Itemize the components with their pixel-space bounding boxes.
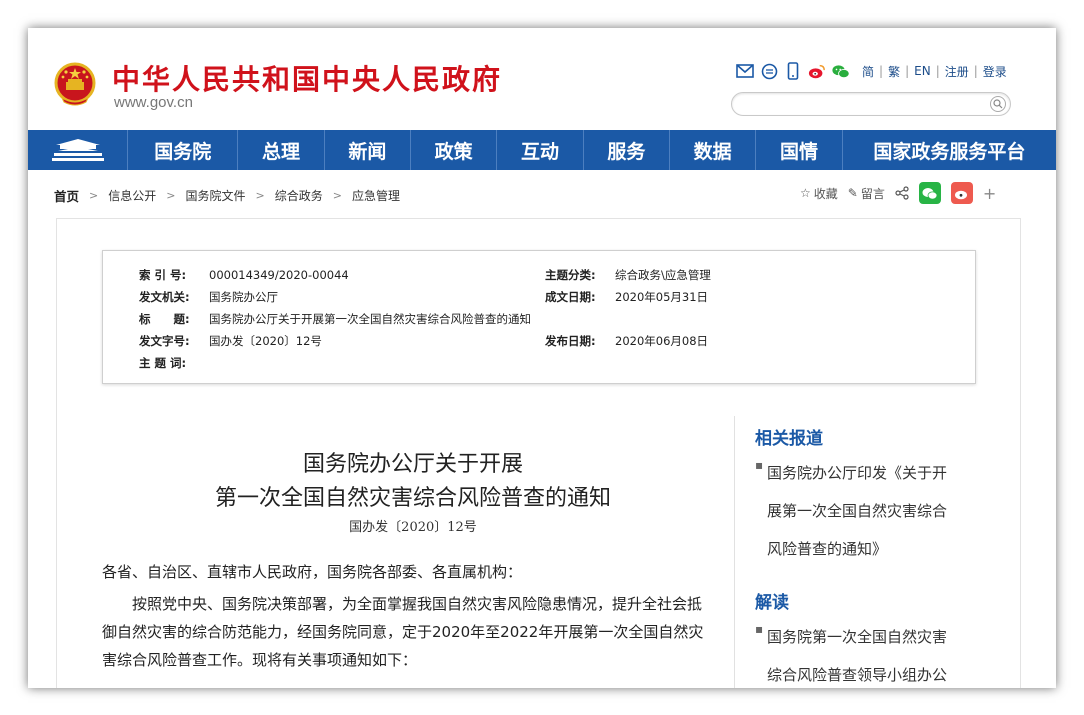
browser-page: 中华人民共和国中央人民政府 www.gov.cn 简 | 繁 | EN | 注册… xyxy=(28,28,1056,688)
site-url[interactable]: www.gov.cn xyxy=(114,94,193,111)
meta-doc-no: 发文字号: 国办发〔2020〕12号 xyxy=(139,334,322,348)
star-icon: ☆ xyxy=(800,186,811,200)
breadcrumb-general-affairs[interactable]: 综合政务 xyxy=(275,187,323,204)
article-title-line1: 国务院办公厅关于开展 xyxy=(302,452,523,477)
nav-home-tiananmen-icon[interactable] xyxy=(28,130,129,170)
interpretation-link[interactable]: ▪ 国务院第一次全国自然灾害综合风险普查领导小组办公室负 xyxy=(755,618,960,688)
more-share-icon[interactable]: + xyxy=(983,184,996,203)
mail-icon[interactable] xyxy=(736,62,754,80)
chevron-right-icon: > xyxy=(166,189,176,202)
share-icon[interactable] xyxy=(895,186,909,200)
meta-category: 主题分类: 综合政务\应急管理 xyxy=(545,268,711,282)
favorite-label: 收藏 xyxy=(813,186,838,201)
pencil-icon: ✎ xyxy=(847,186,858,200)
document-metadata-box: 索 引 号: 000014349/2020-00044 发文机关: 国务院办公厅 标… xyxy=(102,250,976,384)
article-title-line2: 第一次全国自然灾害综合风险普查的通知 xyxy=(214,486,611,511)
meta-index-no: 索 引 号: 000014349/2020-00044 xyxy=(139,268,349,282)
article-paragraph-salutation: 各省、自治区、直辖市人民政府，国务院各部委、各直属机构： xyxy=(102,563,523,581)
weibo-icon[interactable] xyxy=(808,62,826,80)
breadcrumb-emergency-management[interactable]: 应急管理 xyxy=(352,187,400,204)
search-icon[interactable] xyxy=(990,96,1006,112)
meta-created-date: 成文日期: 2020年05月31日 xyxy=(545,290,709,304)
article-paragraph-intro: 按照党中央、国务院决策部署，为全面掌握我国自然灾害风险隐患情况，提升全社会抵御自… xyxy=(102,595,704,669)
wechat-icon[interactable] xyxy=(832,62,850,80)
chevron-right-icon: > xyxy=(332,189,342,202)
search-input[interactable] xyxy=(731,92,1011,116)
wechat-share-icon[interactable] xyxy=(918,182,941,204)
nav-data[interactable]: 数据 xyxy=(670,130,757,170)
weibo-share-icon[interactable] xyxy=(950,182,973,204)
nav-state-council[interactable]: 国务院 xyxy=(128,130,239,170)
breadcrumb: 首页 > 信息公开 > 国务院文件 > 综合政务 > 应急管理 xyxy=(54,186,400,205)
login-link[interactable]: 登录 xyxy=(983,63,1007,80)
related-reports-heading[interactable]: 相关报道 xyxy=(755,424,823,449)
english-link[interactable]: EN xyxy=(914,64,931,78)
simplified-chinese-link[interactable]: 简 xyxy=(862,63,874,80)
sidebar: 相关报道 ▪ 国务院办公厅印发《关于开展第一次全国自然灾害综合风险普查的通知》 … xyxy=(734,416,965,688)
language-links: 简 | 繁 | EN | 注册 | 登录 xyxy=(862,63,1007,80)
breadcrumb-home[interactable]: 首页 xyxy=(54,186,79,205)
article-doc-number: 国办发〔2020〕12号 xyxy=(349,520,477,535)
nav-premier[interactable]: 总理 xyxy=(238,130,325,170)
meta-issuer: 发文机关: 国务院办公厅 xyxy=(139,290,278,304)
top-toolbar: 简 | 繁 | EN | 注册 | 登录 xyxy=(736,62,1007,80)
site-title[interactable]: 中华人民共和国中央人民政府 xyxy=(112,58,502,98)
nav-news[interactable]: 新闻 xyxy=(325,130,412,170)
traditional-chinese-link[interactable]: 繁 xyxy=(888,63,900,80)
chevron-right-icon: > xyxy=(255,189,265,202)
nav-services[interactable]: 服务 xyxy=(584,130,670,170)
national-emblem-logo[interactable] xyxy=(54,62,96,108)
comment-label: 留言 xyxy=(860,186,885,201)
meta-published-date: 发布日期: 2020年06月08日 xyxy=(545,334,709,348)
page-actions: ☆ 收藏 ✎ 留言 + xyxy=(800,182,996,204)
favorite-button[interactable]: ☆ 收藏 xyxy=(800,185,838,202)
mobile-icon[interactable] xyxy=(784,62,802,80)
nav-interaction[interactable]: 互动 xyxy=(497,130,584,170)
nav-policy[interactable]: 政策 xyxy=(411,130,498,170)
bullet-icon: ▪ xyxy=(755,458,764,472)
comment-button[interactable]: ✎ 留言 xyxy=(848,185,885,202)
register-link[interactable]: 注册 xyxy=(945,63,969,80)
breadcrumb-info-disclosure[interactable]: 信息公开 xyxy=(108,187,156,204)
chevron-right-icon: > xyxy=(89,189,99,202)
related-report-link[interactable]: ▪ 国务院办公厅印发《关于开展第一次全国自然灾害综合风险普查的通知》 xyxy=(755,454,960,568)
breadcrumb-state-council-docs[interactable]: 国务院文件 xyxy=(185,187,245,204)
message-icon[interactable] xyxy=(760,62,778,80)
bullet-icon: ▪ xyxy=(755,622,764,636)
meta-title: 标 题: 国务院办公厅关于开展第一次全国自然灾害综合风险普查的通知 xyxy=(139,312,531,326)
meta-keywords: 主 题 词: xyxy=(139,356,187,370)
nav-gov-service-platform[interactable]: 国家政务服务平台 xyxy=(843,130,1056,170)
nav-national-info[interactable]: 国情 xyxy=(756,130,843,170)
main-nav: 国务院 总理 新闻 政策 互动 服务 数据 国情 国家政务服务平台 xyxy=(28,130,1056,170)
